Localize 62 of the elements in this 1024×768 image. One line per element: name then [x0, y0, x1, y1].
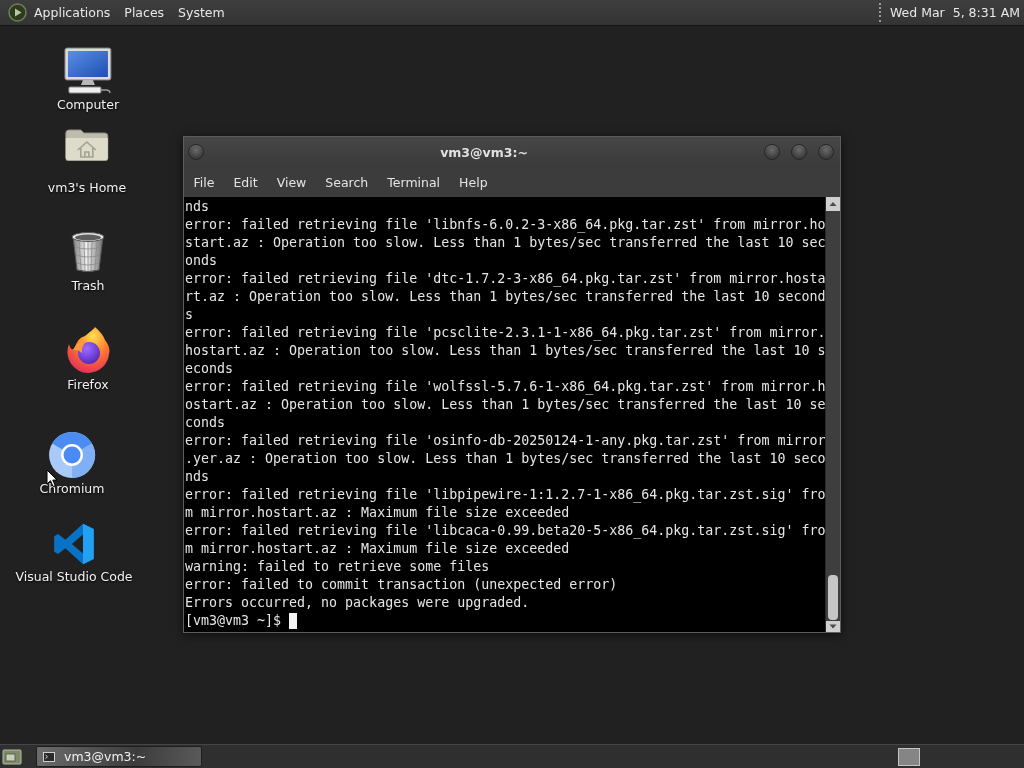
- terminal-line: econds: [185, 360, 235, 378]
- terminal-line: hostart.az : Operation too slow. Less than 1 bytes/sec transferred the last 10 s: [185, 342, 826, 360]
- menu-item[interactable]: Help: [449, 169, 498, 195]
- desktop-shortcut[interactable]: Visual Studio Code: [15, 522, 133, 585]
- desktop-shortcut[interactable]: Chromium: [39, 431, 105, 497]
- desktop-shortcut[interactable]: Computer: [56, 47, 120, 113]
- minimize-button[interactable]: [764, 144, 780, 160]
- menu-item[interactable]: Edit: [223, 169, 268, 195]
- terminal-line: rt.az : Operation too slow. Less than 1 bytes/sec transferred the last 10 second: [185, 288, 826, 306]
- menu-item[interactable]: Search: [315, 169, 378, 195]
- panel-clock[interactable]: Wed Mar 5, 8:31 AM: [885, 0, 1024, 25]
- terminal-line: error: failed retrieving file 'wolfssl-5.7.6-1-x86_64.pkg.tar.zst' from mirror.h: [185, 378, 826, 396]
- scrollbar-thumb[interactable]: [828, 575, 839, 620]
- desktop-shortcut[interactable]: Trash: [70, 231, 106, 294]
- terminal-line: error: failed retrieving file 'libpipewire-1:1.2.7-1-x86_64.pkg.tar.zst.sig' fro: [185, 486, 826, 504]
- flame-globe-icon: [65, 326, 111, 374]
- window-title: vm3@vm3:~: [439, 144, 529, 160]
- monitor-icon: [64, 47, 112, 95]
- terminal-line: .yer.az : Operation too slow. Less than 1 bytes/sec transferred the last 10 seco: [185, 450, 826, 468]
- menu-item[interactable]: View: [267, 169, 316, 195]
- desktop-shortcut[interactable]: Firefox: [65, 326, 111, 393]
- terminal-line: error: failed retrieving file 'libcaca-0.99.beta20-5-x86_64.pkg.tar.zst.sig' fro: [185, 522, 826, 540]
- terminal-line: start.az : Operation too slow. Less than 1 bytes/sec transferred the last 10 sec: [185, 234, 826, 252]
- panel-menu[interactable]: Applications: [27, 0, 118, 25]
- caret-down-icon[interactable]: [826, 621, 841, 632]
- drag-handle-icon[interactable]: [877, 3, 882, 22]
- trash-can-icon: [70, 231, 106, 273]
- ribbon-logo-icon: [52, 522, 96, 566]
- terminal-line: m mirror.hostart.az : Maximum file size exceeded: [185, 540, 571, 558]
- menu-item[interactable]: File: [184, 169, 224, 195]
- workspace-switcher[interactable]: [898, 747, 920, 766]
- terminal-line: warning: failed to retrieve some files: [185, 558, 491, 576]
- play-circle-icon[interactable]: [8, 3, 27, 22]
- shell-prompt: [vm3@vm3 ~]$: [185, 612, 282, 630]
- panel-menu[interactable]: Places: [117, 0, 172, 25]
- terminal-icon: [43, 751, 55, 762]
- ring-circle-icon: [47, 431, 97, 479]
- terminal-line: error: failed retrieving file 'osinfo-db-20250124-1-any.pkg.tar.zst' from mirror: [185, 432, 826, 450]
- window-menu-button[interactable]: [188, 144, 204, 160]
- taskbar-window-button[interactable]: vm3@vm3:~: [36, 746, 202, 767]
- caret-up-icon[interactable]: [826, 197, 841, 211]
- panel-menu[interactable]: System: [171, 0, 232, 25]
- terminal-line: Errors occurred, no packages were upgraded.: [185, 594, 531, 612]
- terminal-line: error: failed retrieving file 'pcsclite-2.3.1-1-x86_64.pkg.tar.zst' from mirror.: [185, 324, 826, 342]
- show-desktop-button[interactable]: [2, 747, 22, 766]
- terminal-line: m mirror.hostart.az : Maximum file size exceeded: [185, 504, 571, 522]
- desktop-shortcut[interactable]: vm3's Home: [47, 129, 127, 196]
- terminal-line: nds: [185, 198, 211, 216]
- terminal-line: error: failed retrieving file 'libnfs-6.0.2-3-x86_64.pkg.tar.zst' from mirror.ho: [185, 216, 826, 234]
- home-folder-icon: [65, 129, 109, 161]
- terminal-line: error: failed to commit transaction (unexpected error): [185, 576, 619, 594]
- terminal-line: s: [185, 306, 194, 324]
- block-cursor-icon: [289, 613, 298, 629]
- terminal-line: onds: [185, 252, 219, 270]
- close-button[interactable]: [818, 144, 834, 160]
- terminal-line: nds: [185, 468, 211, 486]
- terminal-line: ostart.az : Operation too slow. Less than 1 bytes/sec transferred the last 10 se: [185, 396, 826, 414]
- maximize-button[interactable]: [791, 144, 807, 160]
- menu-item[interactable]: Terminal: [377, 169, 450, 195]
- terminal-line: conds: [185, 414, 227, 432]
- desktop-window-icon: [2, 747, 22, 766]
- terminal-line: error: failed retrieving file 'dtc-1.7.2-3-x86_64.pkg.tar.zst' from mirror.hosta: [185, 270, 826, 288]
